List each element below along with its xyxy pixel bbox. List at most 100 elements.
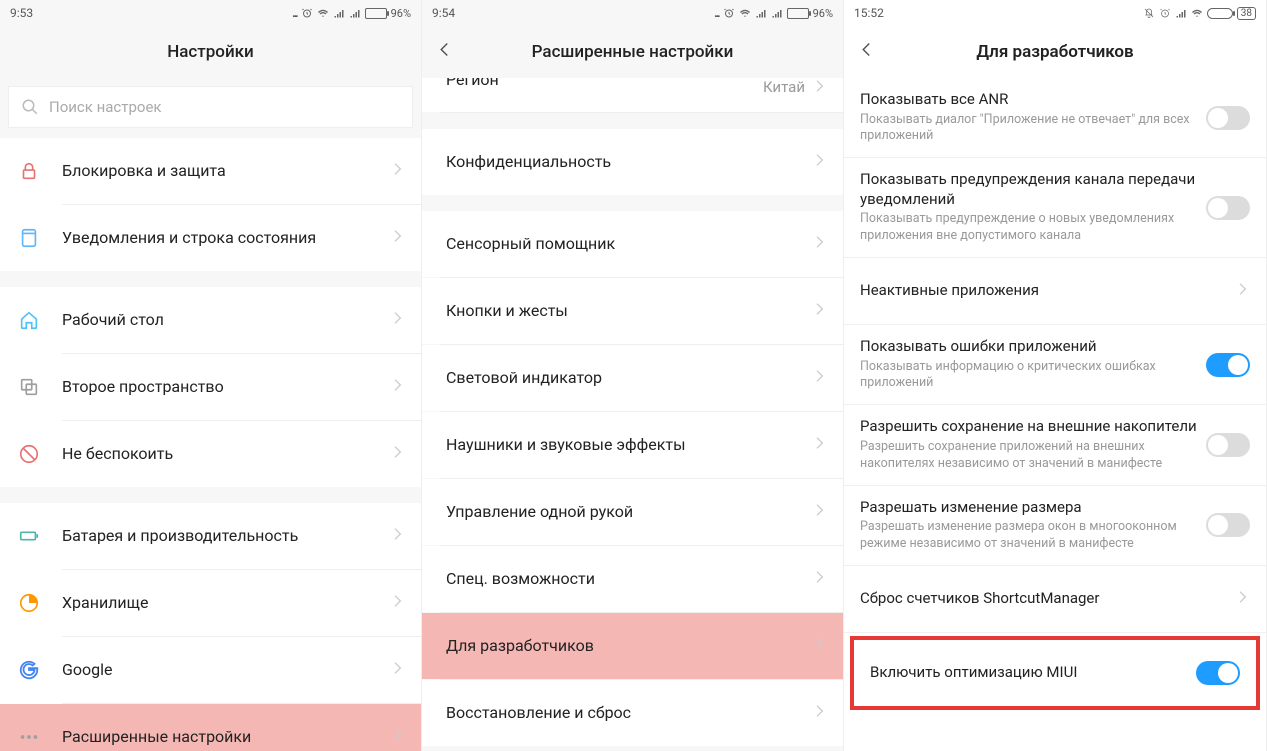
chevron-right-icon [811,368,827,388]
row-subtitle: Показывать диалог "Приложение не отвечае… [860,112,1206,146]
settings-row[interactable]: Спец. возможности [422,546,843,612]
chevron-right-icon [389,727,405,747]
chevron-right-icon [389,310,405,330]
row-label: Показывать все ANR [860,90,1206,110]
settings-row[interactable]: Для разработчиков [422,613,843,679]
row-label: Включить оптимизацию MIUI [870,663,1196,683]
toggle-switch[interactable] [1206,353,1250,377]
settings-row[interactable]: Не беспокоить [0,421,421,487]
status-right: ... 96% [292,6,411,20]
settings-row[interactable]: Разрешать изменение размераРазрешать изм… [844,486,1266,565]
settings-row[interactable]: Разрешить сохранение на внешние накопите… [844,405,1266,484]
settings-row[interactable]: Включить оптимизацию MIUI [854,640,1256,706]
row-label: Блокировка и защита [62,161,389,182]
toggle-switch[interactable] [1196,661,1240,685]
row-label: Наушники и звуковые эффекты [446,435,811,456]
chevron-right-icon [389,444,405,464]
status-time: 9:54 [432,6,455,20]
page-title: Расширенные настройки [422,26,843,78]
settings-row[interactable]: Блокировка и защита [0,138,421,204]
settings-row[interactable]: Батарея и производительность [0,503,421,569]
dual-icon [18,376,62,398]
toggle-switch[interactable] [1206,433,1250,457]
back-button[interactable] [436,41,454,64]
settings-row[interactable]: Хранилище [0,570,421,636]
status-time: 15:52 [854,6,884,20]
settings-row[interactable]: Световой индикатор [422,345,843,411]
storage-icon [18,592,62,614]
row-subtitle: Показывать предупреждение о новых уведом… [860,211,1206,245]
row-label: Google [62,660,389,681]
google-icon [18,659,62,681]
settings-row[interactable]: Расширенные настройки [0,704,421,751]
chevron-right-icon [389,228,405,248]
signal-icon [755,7,767,19]
bell-off-icon [1143,7,1155,19]
row-label: Конфиденциальность [446,152,811,173]
chevron-right-icon [811,301,827,321]
alarm-icon [1159,7,1171,19]
page-title: Для разработчиков [844,26,1266,78]
row-label: Неактивные приложения [860,281,1234,301]
row-label: Рабочий стол [62,310,389,331]
settings-row[interactable]: Сенсорный помощник [422,211,843,277]
row-subtitle: Разрешать изменение размера окон в много… [860,519,1206,553]
toggle-switch[interactable] [1206,513,1250,537]
row-label: Кнопки и жесты [446,301,811,322]
settings-row[interactable]: Неактивные приложения [844,258,1266,324]
row-label: Расширенные настройки [62,727,389,748]
chevron-right-icon [811,569,827,589]
chevron-right-icon [389,660,405,680]
settings-row[interactable]: Рабочий стол [0,287,421,353]
lock-icon [18,160,62,182]
signal-icon [333,7,345,19]
more-icon [18,726,62,748]
row-label: Показывать ошибки приложений [860,337,1206,357]
chevron-right-icon [811,636,827,656]
toggle-switch[interactable] [1206,196,1250,220]
highlight-box: Включить оптимизацию MIUI [850,636,1260,710]
home-icon [18,309,62,331]
settings-row[interactable]: Уведомления и строка состояния [0,205,421,271]
status-right: ... 96% [714,6,833,20]
battery-icon [365,8,387,19]
row-label: Показывать предупреждения канала передач… [860,170,1206,209]
back-button[interactable] [858,41,876,64]
signal-icon [771,7,783,19]
chevron-right-icon [811,703,827,723]
settings-row[interactable]: Показывать ошибки приложенийПоказывать и… [844,325,1266,404]
settings-row[interactable]: Наушники и звуковые эффекты [422,412,843,478]
settings-row[interactable]: Сброс счетчиков ShortcutManager [844,566,1266,632]
toggle-switch[interactable] [1206,106,1250,130]
settings-row[interactable]: Второе пространство [0,354,421,420]
settings-row-region[interactable]: Регион Китай [422,78,843,112]
row-label: Уведомления и строка состояния [62,228,389,249]
wifi-icon [739,7,751,19]
status-bar: 9:53 ... 96% [0,0,421,26]
dnd-icon [18,443,62,465]
chevron-right-icon [389,593,405,613]
search-icon [21,98,39,116]
settings-row[interactable]: Показывать все ANRПоказывать диалог "При… [844,78,1266,157]
status-bar: 9:54 ... 96% [422,0,843,26]
settings-row[interactable]: Конфиденциальность [422,129,843,195]
search-input[interactable]: Поиск настроек [8,86,413,128]
settings-row[interactable]: Восстановление и сброс [422,680,843,746]
settings-row[interactable]: Google [0,637,421,703]
row-label: Спец. возможности [446,569,811,590]
wifi-icon [1191,7,1203,19]
chevron-right-icon [389,161,405,181]
settings-row[interactable]: Кнопки и жесты [422,278,843,344]
row-label: Световой индикатор [446,368,811,389]
row-label: Хранилище [62,593,389,614]
row-label: Батарея и производительность [62,526,389,547]
wifi-icon [317,7,329,19]
row-label: Сенсорный помощник [446,234,811,255]
settings-row[interactable]: Управление одной рукой [422,479,843,545]
status-right: 38 [1143,7,1256,20]
page-title: Настройки [0,26,421,78]
chevron-right-icon [811,502,827,522]
settings-row[interactable]: Показывать предупреждения канала передач… [844,158,1266,257]
battery-icon [18,525,62,547]
row-label: Для разработчиков [446,636,811,657]
